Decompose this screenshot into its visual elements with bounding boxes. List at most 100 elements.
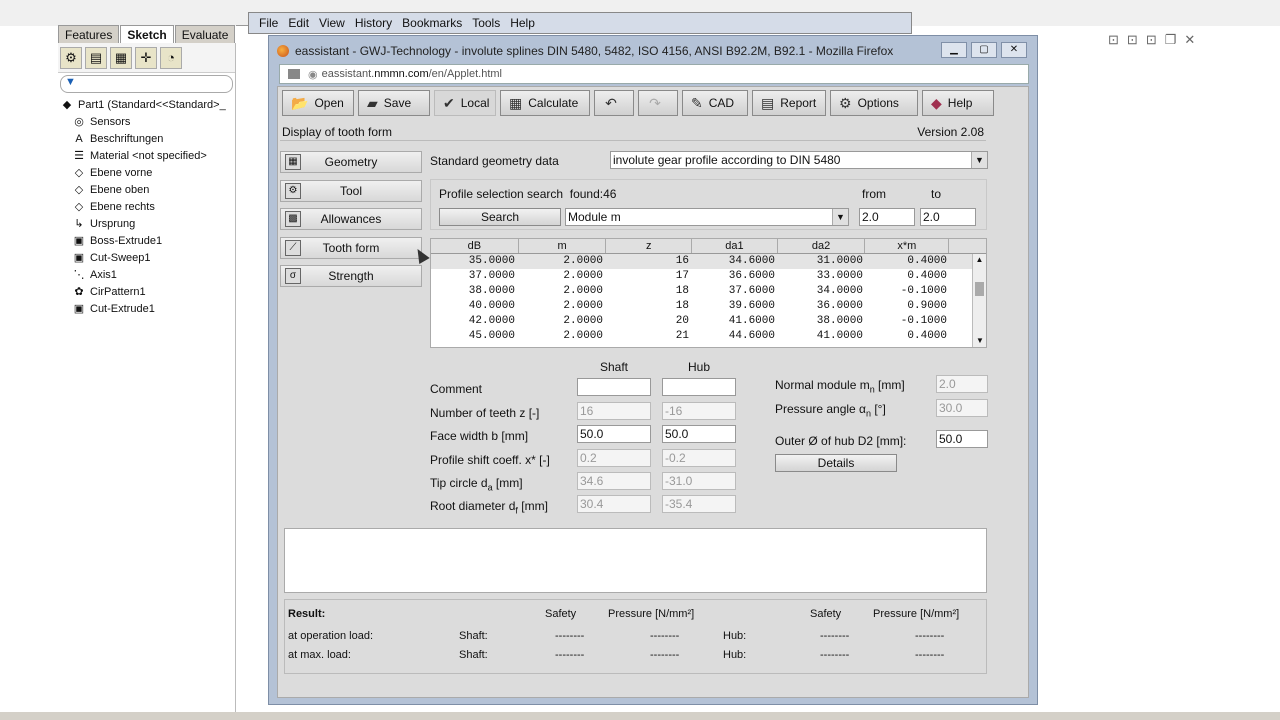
table-scrollbar[interactable]: ▲ ▼ <box>972 254 986 347</box>
display-manager-icon[interactable]: ◔ <box>160 46 182 69</box>
page-icon <box>288 69 300 79</box>
face-width-hub-input[interactable]: 50.0 <box>662 425 736 443</box>
strength-button[interactable]: σ Strength <box>280 265 422 287</box>
tooth-form-button[interactable]: ⟋ Tooth form <box>280 236 422 259</box>
to-input[interactable]: 2.0 <box>920 208 976 226</box>
column-header[interactable]: dB <box>431 239 519 253</box>
address-bar[interactable]: ◉ eassistant.nmmn.com/en/Applet.html <box>279 64 1029 84</box>
tree-item[interactable]: ◎ Sensors <box>58 114 235 131</box>
tree-item[interactable]: ◇ Ebene rechts <box>58 199 235 216</box>
table-row[interactable]: 38.0000 2.0000 18 37.6000 34.0000 -0.1000 <box>431 284 986 299</box>
face-width-shaft-input[interactable]: 50.0 <box>577 425 651 443</box>
tree-item[interactable]: ▣ Cut-Sweep1 <box>58 250 235 267</box>
save-button[interactable]: ▰ Save <box>358 90 430 116</box>
menu-tools[interactable]: Tools <box>472 16 500 30</box>
options-button[interactable]: ⚙ Options <box>830 90 918 116</box>
report-button[interactable]: ▤ Report <box>752 90 826 116</box>
tab-evaluate[interactable]: Evaluate <box>174 25 236 43</box>
root-diameter-hub-input[interactable]: -35.4 <box>662 495 736 513</box>
dim-expert-icon[interactable]: ✛ <box>135 46 157 69</box>
firefox-background-window: File Edit View History Bookmarks Tools H… <box>248 12 912 34</box>
tab-features[interactable]: Features <box>58 25 120 43</box>
comment-hub-input[interactable] <box>662 378 736 396</box>
column-header[interactable]: da1 <box>692 239 778 253</box>
message-area[interactable] <box>284 528 987 593</box>
view-icon[interactable]: ⊡ <box>1108 32 1127 47</box>
table-row[interactable]: 37.0000 2.0000 17 36.6000 33.0000 0.4000 <box>431 269 986 284</box>
extrude-icon: ▣ <box>73 303 85 315</box>
table-row[interactable]: 45.0000 2.0000 21 44.6000 41.0000 0.4000 <box>431 329 986 344</box>
teeth-hub-input[interactable]: -16 <box>662 402 736 420</box>
close-icon[interactable]: ✕ <box>1184 32 1203 47</box>
tool-button[interactable]: ⚙ Tool <box>280 179 422 202</box>
result-value: -------- <box>555 649 585 661</box>
table-row[interactable]: 40.0000 2.0000 18 39.6000 36.0000 0.9000 <box>431 299 986 314</box>
tree-item[interactable]: ▣ Cut-Extrude1 <box>58 301 235 318</box>
table-row[interactable]: 42.0000 2.0000 20 41.6000 38.0000 -0.1000 <box>431 314 986 329</box>
tree-item[interactable]: ◇ Ebene vorne <box>58 165 235 182</box>
pressure-angle-input[interactable]: 30.0 <box>936 399 988 417</box>
scroll-down-icon[interactable]: ▼ <box>973 335 986 347</box>
tree-item[interactable]: A Beschriftungen <box>58 131 235 148</box>
view-icon[interactable]: ⊡ <box>1146 32 1165 47</box>
tree-item[interactable]: ◆ Part1 (Standard<<Standard>_ <box>58 97 235 114</box>
profile-shift-hub-input[interactable]: -0.2 <box>662 449 736 467</box>
column-header[interactable]: x*m <box>865 239 950 253</box>
local-checkbox[interactable]: ✔ Local <box>434 90 496 116</box>
tree-item[interactable]: ✿ CirPattern1 <box>58 284 235 301</box>
tab-sketch[interactable]: Sketch <box>120 25 174 43</box>
menu-view[interactable]: View <box>319 16 345 30</box>
profile-shift-shaft-input[interactable]: 0.2 <box>577 449 651 467</box>
profile-table[interactable]: dB m z da1 da2 x*m 35.0000 2.0000 16 34.600… <box>430 238 987 348</box>
tree-filter-input[interactable]: ▼ <box>60 75 233 93</box>
allowances-button[interactable]: ▩ Allowances <box>280 208 422 230</box>
undo-button[interactable]: ↶ <box>594 90 634 116</box>
configuration-icon[interactable]: ▦ <box>110 46 132 69</box>
details-button[interactable]: Details <box>775 454 897 472</box>
outer-hub-input[interactable]: 50.0 <box>936 430 988 448</box>
column-header[interactable]: z <box>606 239 693 253</box>
tree-item[interactable]: ⋱ Axis1 <box>58 267 235 284</box>
operation-load-label: at operation load: <box>288 630 374 642</box>
root-diameter-shaft-input[interactable]: 30.4 <box>577 495 651 513</box>
teeth-shaft-input[interactable]: 16 <box>577 402 651 420</box>
menu-file[interactable]: File <box>259 16 278 30</box>
sensor-icon: ◎ <box>74 116 84 128</box>
table-row[interactable]: 35.0000 2.0000 16 34.6000 31.0000 0.4000 <box>431 254 986 269</box>
menu-edit[interactable]: Edit <box>288 16 309 30</box>
search-button[interactable]: Search <box>439 208 561 226</box>
minimize-button[interactable]: ▁ <box>941 42 967 58</box>
tree-item[interactable]: ☰ Material <not specified> <box>58 148 235 165</box>
search-criterion-select[interactable]: Module m ▼ <box>565 208 849 226</box>
result-title: Result: <box>288 608 326 620</box>
shaft-header: Shaft <box>600 360 629 374</box>
menu-history[interactable]: History <box>355 16 392 30</box>
help-button[interactable]: ◆ Help <box>922 90 994 116</box>
calculate-button[interactable]: ▦ Calculate <box>500 90 590 116</box>
column-header[interactable]: m <box>519 239 607 253</box>
comment-shaft-input[interactable] <box>577 378 651 396</box>
redo-button[interactable]: ↷ <box>638 90 678 116</box>
restore-icon[interactable]: ❐ <box>1165 32 1185 47</box>
column-header[interactable]: da2 <box>778 239 866 253</box>
tree-item[interactable]: ↳ Ursprung <box>58 216 235 233</box>
tree-item[interactable]: ◇ Ebene oben <box>58 182 235 199</box>
maximize-button[interactable]: ▢ <box>971 42 997 58</box>
geometry-button[interactable]: ▦ Geometry <box>280 151 422 173</box>
close-button[interactable]: ✕ <box>1001 42 1027 58</box>
geometry-select[interactable]: involute gear profile according to DIN 5… <box>610 151 988 169</box>
from-input[interactable]: 2.0 <box>859 208 915 226</box>
menu-bookmarks[interactable]: Bookmarks <box>402 16 462 30</box>
property-manager-icon[interactable]: ▤ <box>85 46 107 69</box>
view-icon[interactable]: ⊡ <box>1127 32 1146 47</box>
feature-manager-icon[interactable]: ⚙ <box>60 46 82 69</box>
menu-help[interactable]: Help <box>510 16 535 30</box>
open-button[interactable]: 📂 Open <box>282 90 354 116</box>
scroll-thumb[interactable] <box>975 282 984 296</box>
normal-module-input[interactable]: 2.0 <box>936 375 988 393</box>
scroll-up-icon[interactable]: ▲ <box>973 254 986 266</box>
tip-circle-hub-input[interactable]: -31.0 <box>662 472 736 490</box>
tip-circle-shaft-input[interactable]: 34.6 <box>577 472 651 490</box>
cad-button[interactable]: ✎ CAD <box>682 90 748 116</box>
tree-item[interactable]: ▣ Boss-Extrude1 <box>58 233 235 250</box>
